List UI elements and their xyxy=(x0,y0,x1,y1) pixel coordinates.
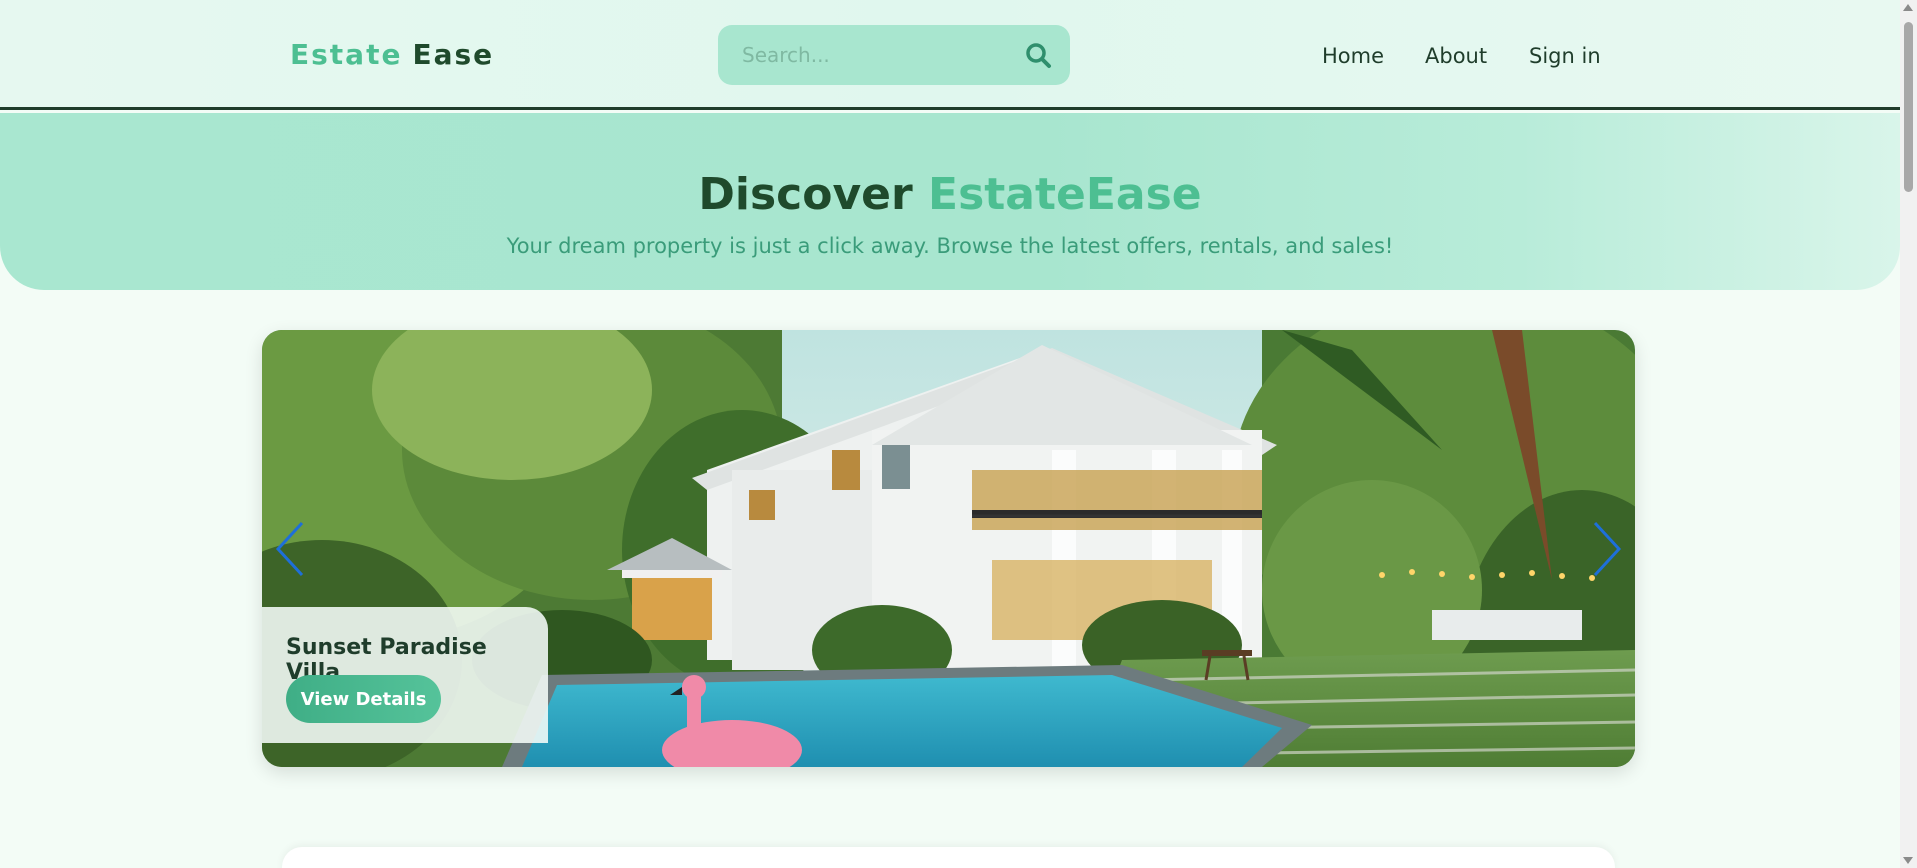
nav-home-link[interactable]: Home xyxy=(1322,44,1384,68)
page: Estate Ease Search... Home About Sign in … xyxy=(0,0,1900,868)
page-scrollbar[interactable] xyxy=(1900,0,1917,868)
hero-title: Discover EstateEase xyxy=(0,169,1900,220)
search-bar[interactable]: Search... xyxy=(718,25,1070,85)
hero-banner: Discover EstateEase Your dream property … xyxy=(0,113,1900,290)
property-carousel: Sunset Paradise Villa View Details xyxy=(262,330,1635,767)
search-icon[interactable] xyxy=(1024,41,1052,69)
hero-title-accent: EstateEase xyxy=(928,169,1202,220)
content-card xyxy=(282,847,1615,868)
logo[interactable]: Estate Ease xyxy=(290,38,494,71)
nav-signin-link[interactable]: Sign in xyxy=(1529,44,1601,68)
logo-part-1: Estate xyxy=(290,38,403,71)
chevron-left-icon[interactable] xyxy=(272,519,308,579)
nav-about-link[interactable]: About xyxy=(1425,44,1487,68)
logo-part-2: Ease xyxy=(412,38,495,71)
slide-caption: Sunset Paradise Villa View Details xyxy=(262,607,548,743)
hero-subtitle: Your dream property is just a click away… xyxy=(506,234,1394,258)
scroll-down-icon[interactable] xyxy=(1903,857,1913,864)
scrollbar-thumb[interactable] xyxy=(1904,22,1913,192)
chevron-right-icon[interactable] xyxy=(1589,519,1625,579)
search-input[interactable]: Search... xyxy=(742,43,830,67)
navbar: Estate Ease Search... Home About Sign in xyxy=(0,0,1900,110)
scroll-up-icon[interactable] xyxy=(1903,4,1913,11)
hero-title-prefix: Discover xyxy=(698,169,913,220)
view-details-button[interactable]: View Details xyxy=(286,675,441,723)
